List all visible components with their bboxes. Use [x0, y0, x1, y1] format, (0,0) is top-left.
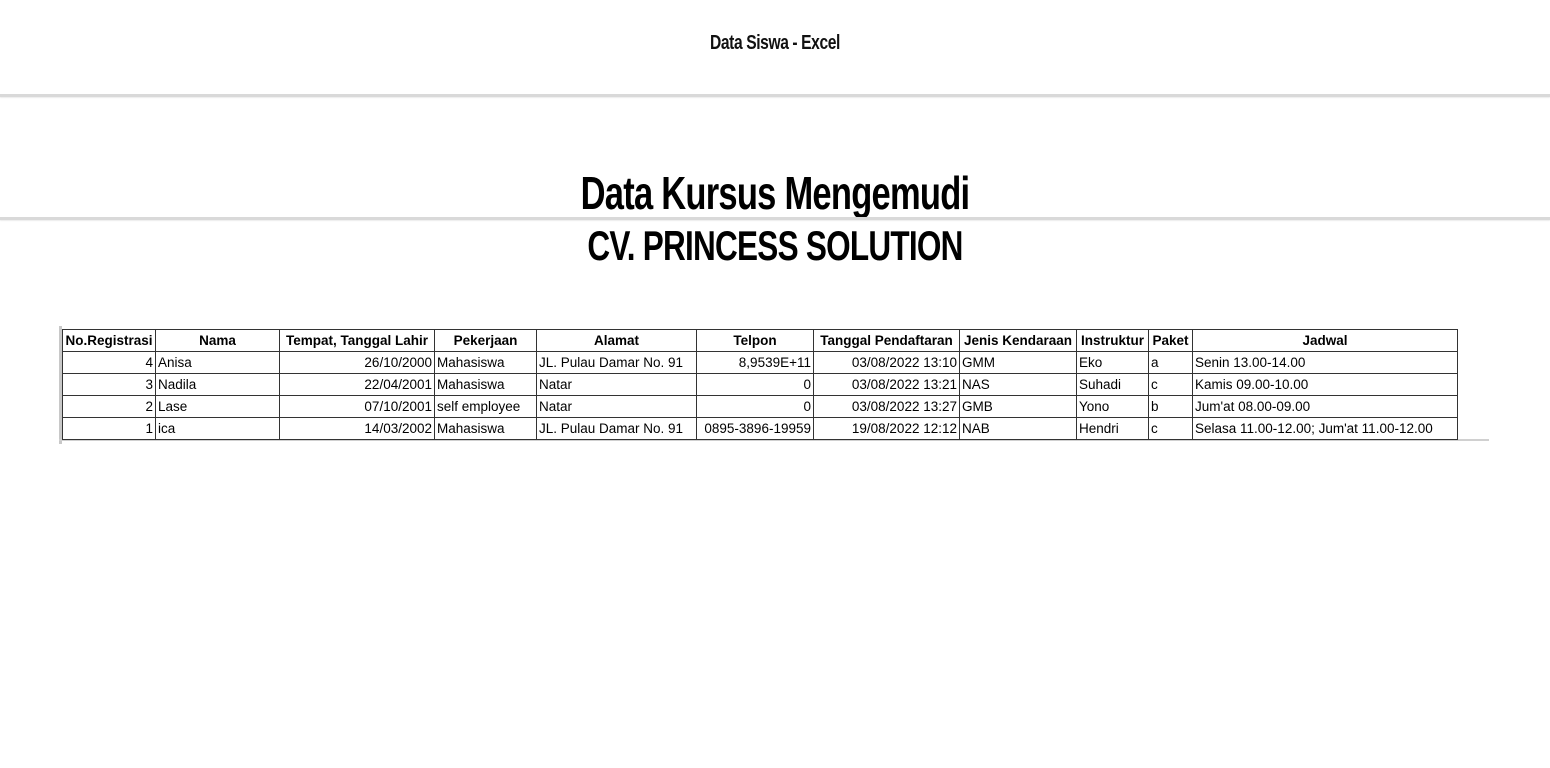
table-row: 2 Lase 07/10/2001 self employee Natar 0 … — [62, 395, 1458, 418]
cell-instruktur[interactable]: Suhadi — [1076, 373, 1149, 396]
header-paket[interactable]: Paket — [1148, 329, 1193, 352]
header-jenis-kendaraan[interactable]: Jenis Kendaraan — [959, 329, 1077, 352]
cell-telpon[interactable]: 8,9539E+11 — [696, 351, 814, 374]
header-no-registrasi[interactable]: No.Registrasi — [62, 329, 156, 352]
cell-tempat-tanggal-lahir[interactable]: 26/10/2000 — [279, 351, 435, 374]
table-row: 4 Anisa 26/10/2000 Mahasiswa JL. Pulau D… — [62, 351, 1458, 374]
cell-tanggal-pendaftaran[interactable]: 03/08/2022 13:10 — [813, 351, 960, 374]
cell-tanggal-pendaftaran[interactable]: 19/08/2022 12:12 — [813, 417, 960, 440]
cell-paket[interactable]: c — [1148, 373, 1193, 396]
table-header-row: No.Registrasi Nama Tempat, Tanggal Lahir… — [62, 329, 1458, 352]
cell-alamat[interactable]: Natar — [536, 395, 697, 418]
cell-jenis-kendaraan[interactable]: GMB — [959, 395, 1077, 418]
cell-pekerjaan[interactable]: self employee — [434, 395, 537, 418]
cell-jadwal[interactable]: Jum'at 08.00-09.00 — [1192, 395, 1458, 418]
table-row: 3 Nadila 22/04/2001 Mahasiswa Natar 0 03… — [62, 373, 1458, 396]
cell-paket[interactable]: c — [1148, 417, 1193, 440]
cell-jadwal[interactable]: Selasa 11.00-12.00; Jum'at 11.00-12.00 — [1192, 417, 1458, 440]
header-telpon[interactable]: Telpon — [696, 329, 814, 352]
header-jadwal[interactable]: Jadwal — [1192, 329, 1458, 352]
report-title: Data Kursus Mengemudi — [580, 167, 970, 219]
cell-no-registrasi[interactable]: 4 — [62, 351, 156, 374]
cell-jadwal[interactable]: Senin 13.00-14.00 — [1192, 351, 1458, 374]
cell-nama[interactable]: Lase — [155, 395, 280, 418]
table-row: 1 ica 14/03/2002 Mahasiswa JL. Pulau Dam… — [62, 417, 1458, 440]
cell-pekerjaan[interactable]: Mahasiswa — [434, 351, 537, 374]
cell-tempat-tanggal-lahir[interactable]: 22/04/2001 — [279, 373, 435, 396]
cell-nama[interactable]: ica — [155, 417, 280, 440]
cell-pekerjaan[interactable]: Mahasiswa — [434, 417, 537, 440]
cell-tempat-tanggal-lahir[interactable]: 14/03/2002 — [279, 417, 435, 440]
header-tanggal-pendaftaran[interactable]: Tanggal Pendaftaran — [813, 329, 960, 352]
cell-jadwal[interactable]: Kamis 09.00-10.00 — [1192, 373, 1458, 396]
cell-alamat[interactable]: Natar — [536, 373, 697, 396]
cell-instruktur[interactable]: Yono — [1076, 395, 1149, 418]
cell-telpon[interactable]: 0895-3896-19959 — [696, 417, 814, 440]
cell-jenis-kendaraan[interactable]: NAB — [959, 417, 1077, 440]
header-tempat-tanggal-lahir[interactable]: Tempat, Tanggal Lahir — [279, 329, 435, 352]
cell-no-registrasi[interactable]: 2 — [62, 395, 156, 418]
student-data-table: No.Registrasi Nama Tempat, Tanggal Lahir… — [62, 329, 1458, 440]
cell-alamat[interactable]: JL. Pulau Damar No. 91 — [536, 417, 697, 440]
header-instruktur[interactable]: Instruktur — [1076, 329, 1149, 352]
title-divider — [0, 217, 1550, 220]
cell-jenis-kendaraan[interactable]: NAS — [959, 373, 1077, 396]
cell-no-registrasi[interactable]: 1 — [62, 417, 156, 440]
cell-instruktur[interactable]: Eko — [1076, 351, 1149, 374]
cell-pekerjaan[interactable]: Mahasiswa — [434, 373, 537, 396]
window-title: Data Siswa - Excel — [710, 32, 840, 54]
cell-instruktur[interactable]: Hendri — [1076, 417, 1149, 440]
cell-paket[interactable]: b — [1148, 395, 1193, 418]
cell-no-registrasi[interactable]: 3 — [62, 373, 156, 396]
cell-nama[interactable]: Anisa — [155, 351, 280, 374]
cell-nama[interactable]: Nadila — [155, 373, 280, 396]
cell-alamat[interactable]: JL. Pulau Damar No. 91 — [536, 351, 697, 374]
cell-jenis-kendaraan[interactable]: GMM — [959, 351, 1077, 374]
cell-telpon[interactable]: 0 — [696, 373, 814, 396]
cell-tanggal-pendaftaran[interactable]: 03/08/2022 13:21 — [813, 373, 960, 396]
cell-paket[interactable]: a — [1148, 351, 1193, 374]
header-nama[interactable]: Nama — [155, 329, 280, 352]
cell-telpon[interactable]: 0 — [696, 395, 814, 418]
header-alamat[interactable]: Alamat — [536, 329, 697, 352]
report-subtitle: CV. PRINCESS SOLUTION — [587, 222, 963, 269]
header-pekerjaan[interactable]: Pekerjaan — [434, 329, 537, 352]
cell-tempat-tanggal-lahir[interactable]: 07/10/2001 — [279, 395, 435, 418]
header-divider — [0, 94, 1550, 97]
cell-tanggal-pendaftaran[interactable]: 03/08/2022 13:27 — [813, 395, 960, 418]
